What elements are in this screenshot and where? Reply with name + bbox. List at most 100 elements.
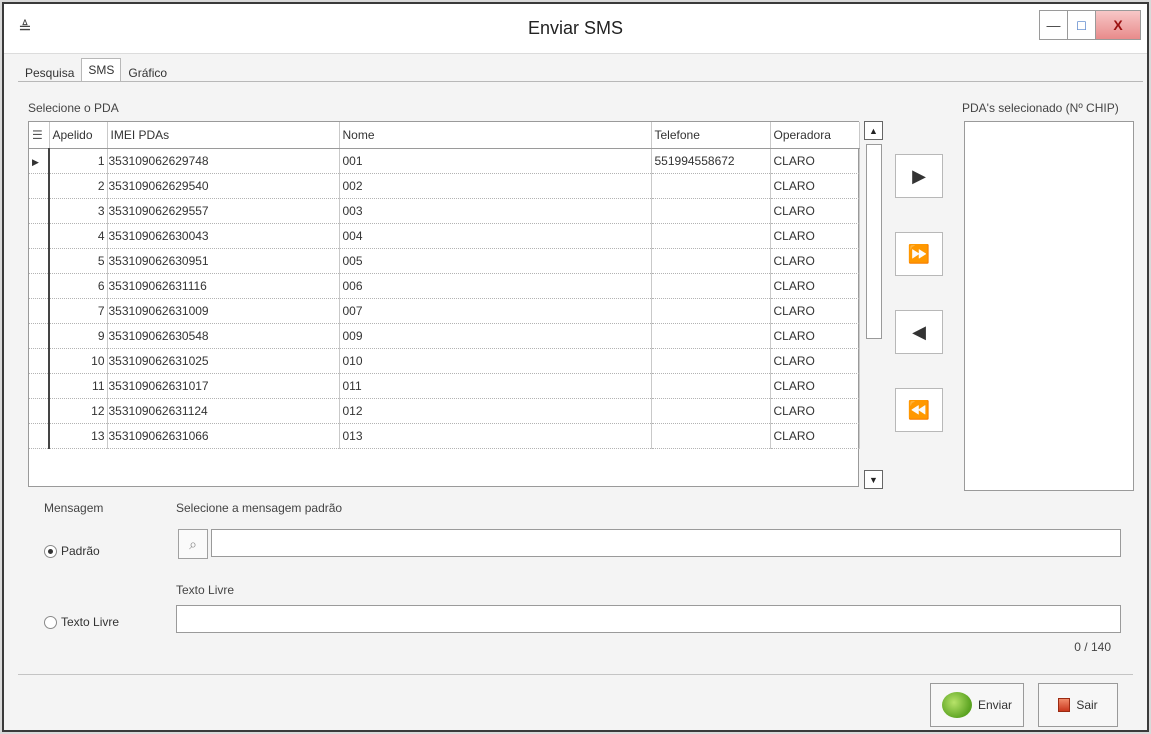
- row-selector[interactable]: [29, 273, 50, 299]
- cell-imei[interactable]: 353109062631017: [107, 373, 340, 399]
- cell-operadora[interactable]: CLARO: [770, 348, 860, 374]
- cell-nome[interactable]: 009: [339, 323, 652, 349]
- row-selector[interactable]: [29, 248, 50, 274]
- free-text-field[interactable]: [176, 605, 1121, 633]
- scroll-down-button[interactable]: ▼: [864, 470, 883, 489]
- cell-nome[interactable]: 011: [339, 373, 652, 399]
- column-header-telefone[interactable]: Telefone: [651, 122, 771, 149]
- radio-texto-livre[interactable]: Texto Livre: [44, 615, 119, 629]
- cell-nome[interactable]: 001: [339, 148, 652, 174]
- cell-apelido[interactable]: 3: [49, 198, 108, 224]
- cell-operadora[interactable]: CLARO: [770, 423, 860, 449]
- radio-texto-livre-circle[interactable]: [44, 615, 57, 629]
- cell-apelido[interactable]: 10: [49, 348, 108, 374]
- cell-nome[interactable]: 007: [339, 298, 652, 324]
- tab-grafico[interactable]: Gráfico: [121, 62, 174, 82]
- cell-imei[interactable]: 353109062629540: [107, 173, 340, 199]
- row-selector[interactable]: [29, 323, 50, 349]
- cell-imei[interactable]: 353109062631124: [107, 398, 340, 424]
- default-message-field[interactable]: [211, 529, 1121, 557]
- radio-padrao[interactable]: Padrão: [44, 544, 100, 558]
- row-selector[interactable]: ▶: [29, 148, 50, 174]
- cell-apelido[interactable]: 1: [49, 148, 108, 174]
- move-one-left-button[interactable]: ◀: [895, 310, 943, 354]
- cell-apelido[interactable]: 13: [49, 423, 108, 449]
- cell-telefone[interactable]: [651, 198, 771, 224]
- column-chooser-icon[interactable]: ☰: [32, 128, 43, 142]
- grid-scrollbar[interactable]: ▲ ▼: [864, 121, 883, 491]
- cell-imei[interactable]: 353109062631116: [107, 273, 340, 299]
- cell-nome[interactable]: 003: [339, 198, 652, 224]
- column-header-imei[interactable]: IMEI PDAs: [107, 122, 340, 149]
- cell-nome[interactable]: 006: [339, 273, 652, 299]
- cell-telefone[interactable]: 551994558672: [651, 148, 771, 174]
- cell-apelido[interactable]: 6: [49, 273, 108, 299]
- cell-apelido[interactable]: 7: [49, 298, 108, 324]
- cell-telefone[interactable]: [651, 298, 771, 324]
- tab-pesquisa[interactable]: Pesquisa: [18, 62, 81, 82]
- move-all-right-button[interactable]: ⏩: [895, 232, 943, 276]
- cell-telefone[interactable]: [651, 248, 771, 274]
- cell-operadora[interactable]: CLARO: [770, 273, 860, 299]
- cell-apelido[interactable]: 9: [49, 323, 108, 349]
- table-row[interactable]: 13 353109062631066 013 CLARO: [29, 423, 860, 449]
- cell-imei[interactable]: 353109062630043: [107, 223, 340, 249]
- cell-operadora[interactable]: CLARO: [770, 298, 860, 324]
- cell-nome[interactable]: 010: [339, 348, 652, 374]
- row-selector[interactable]: [29, 423, 50, 449]
- cell-telefone[interactable]: [651, 323, 771, 349]
- scroll-up-button[interactable]: ▲: [864, 121, 883, 140]
- cell-imei[interactable]: 353109062631066: [107, 423, 340, 449]
- table-row[interactable]: 2 353109062629540 002 CLARO: [29, 173, 860, 199]
- scroll-thumb[interactable]: [866, 144, 882, 339]
- cell-operadora[interactable]: CLARO: [770, 323, 860, 349]
- cell-telefone[interactable]: [651, 223, 771, 249]
- row-selector[interactable]: [29, 223, 50, 249]
- table-row[interactable]: 5 353109062630951 005 CLARO: [29, 248, 860, 274]
- cell-operadora[interactable]: CLARO: [770, 373, 860, 399]
- cell-telefone[interactable]: [651, 173, 771, 199]
- cell-apelido[interactable]: 2: [49, 173, 108, 199]
- cell-apelido[interactable]: 4: [49, 223, 108, 249]
- cell-imei[interactable]: 353109062630951: [107, 248, 340, 274]
- cell-imei[interactable]: 353109062629557: [107, 198, 340, 224]
- selected-pda-list[interactable]: [964, 121, 1134, 491]
- row-selector-header[interactable]: ☰: [29, 122, 50, 149]
- column-header-apelido[interactable]: Apelido: [49, 122, 108, 149]
- maximize-button[interactable]: □: [1068, 11, 1096, 39]
- table-row[interactable]: 7 353109062631009 007 CLARO: [29, 298, 860, 324]
- table-row[interactable]: 6 353109062631116 006 CLARO: [29, 273, 860, 299]
- row-selector[interactable]: [29, 173, 50, 199]
- cell-telefone[interactable]: [651, 273, 771, 299]
- row-selector[interactable]: [29, 198, 50, 224]
- cell-telefone[interactable]: [651, 398, 771, 424]
- pda-grid[interactable]: ☰ Apelido IMEI PDAs Nome Telefone Operad…: [28, 121, 860, 487]
- tab-sms[interactable]: SMS: [81, 58, 122, 82]
- cell-apelido[interactable]: 12: [49, 398, 108, 424]
- cell-operadora[interactable]: CLARO: [770, 398, 860, 424]
- cell-operadora[interactable]: CLARO: [770, 148, 860, 174]
- cell-apelido[interactable]: 5: [49, 248, 108, 274]
- row-selector[interactable]: [29, 348, 50, 374]
- cell-operadora[interactable]: CLARO: [770, 198, 860, 224]
- row-selector[interactable]: [29, 398, 50, 424]
- cell-telefone[interactable]: [651, 348, 771, 374]
- table-row[interactable]: 12 353109062631124 012 CLARO: [29, 398, 860, 424]
- cell-imei[interactable]: 353109062631009: [107, 298, 340, 324]
- cell-imei[interactable]: 353109062629748: [107, 148, 340, 174]
- close-button[interactable]: X: [1096, 11, 1140, 39]
- cell-operadora[interactable]: CLARO: [770, 248, 860, 274]
- radio-padrao-circle[interactable]: [44, 544, 57, 558]
- table-row[interactable]: ▶ 1 353109062629748 001 551994558672 CLARO: [29, 148, 860, 174]
- cell-operadora[interactable]: CLARO: [770, 173, 860, 199]
- table-row[interactable]: 3 353109062629557 003 CLARO: [29, 198, 860, 224]
- table-row[interactable]: 4 353109062630043 004 CLARO: [29, 223, 860, 249]
- cell-imei[interactable]: 353109062630548: [107, 323, 340, 349]
- cell-nome[interactable]: 012: [339, 398, 652, 424]
- cell-telefone[interactable]: [651, 373, 771, 399]
- column-header-nome[interactable]: Nome: [339, 122, 652, 149]
- row-selector[interactable]: [29, 373, 50, 399]
- sair-button[interactable]: Sair: [1038, 683, 1118, 727]
- cell-nome[interactable]: 005: [339, 248, 652, 274]
- table-row[interactable]: 9 353109062630548 009 CLARO: [29, 323, 860, 349]
